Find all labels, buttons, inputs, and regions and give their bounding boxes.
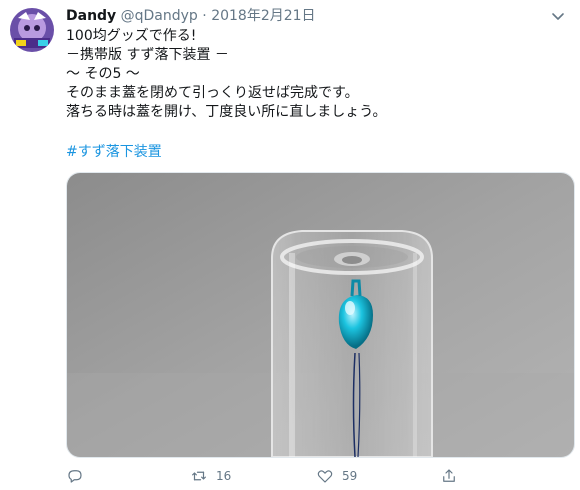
tweet: Dandy @qDandyp · 2018年2月21日 100均グッズで作る! … [0,0,580,490]
retweet-count: 16 [216,469,232,483]
retweet-button[interactable]: 16 [190,466,231,486]
reply-button[interactable] [66,466,84,486]
reply-icon [68,470,82,483]
hashtag-link[interactable]: #すず落下装置 [66,142,162,162]
tweet-text-line: そのまま蓋を閉めて引っくり返せば完成です。 [66,85,359,101]
tweet-media[interactable] [66,172,575,458]
tweet-actions: 16 59 [66,466,566,488]
like-count: 59 [342,469,358,483]
display-name[interactable]: Dandy [66,8,116,24]
separator-dot: · [202,8,207,24]
share-icon [443,469,455,482]
tweet-date[interactable]: 2018年2月21日 [211,8,315,24]
retweet-icon [192,471,206,481]
avatar[interactable] [10,8,54,52]
tweet-header: Dandy @qDandyp · 2018年2月21日 [66,6,316,26]
share-button[interactable] [440,466,458,486]
tweet-text-line: 落ちる時は蓋を開け、丁度良い所に直しましょう。 [66,104,387,120]
heart-icon [317,470,333,483]
avatar-image [10,8,54,52]
tweet-text-line: 100均グッズで作る! [66,28,197,44]
like-button[interactable]: 59 [316,466,357,486]
tweet-text-line: －携帯版 すず落下装置 － [66,47,229,63]
tweet-text: 100均グッズで作る! －携帯版 すず落下装置 － 〜 その5 〜 そのまま蓋を… [66,27,386,122]
tweet-text-line: 〜 その5 〜 [66,66,140,82]
more-options-button[interactable] [550,8,566,24]
handle[interactable]: @qDandyp [121,8,198,24]
glass-bottle-with-bell-photo [67,173,574,457]
chevron-down-icon [552,13,564,20]
